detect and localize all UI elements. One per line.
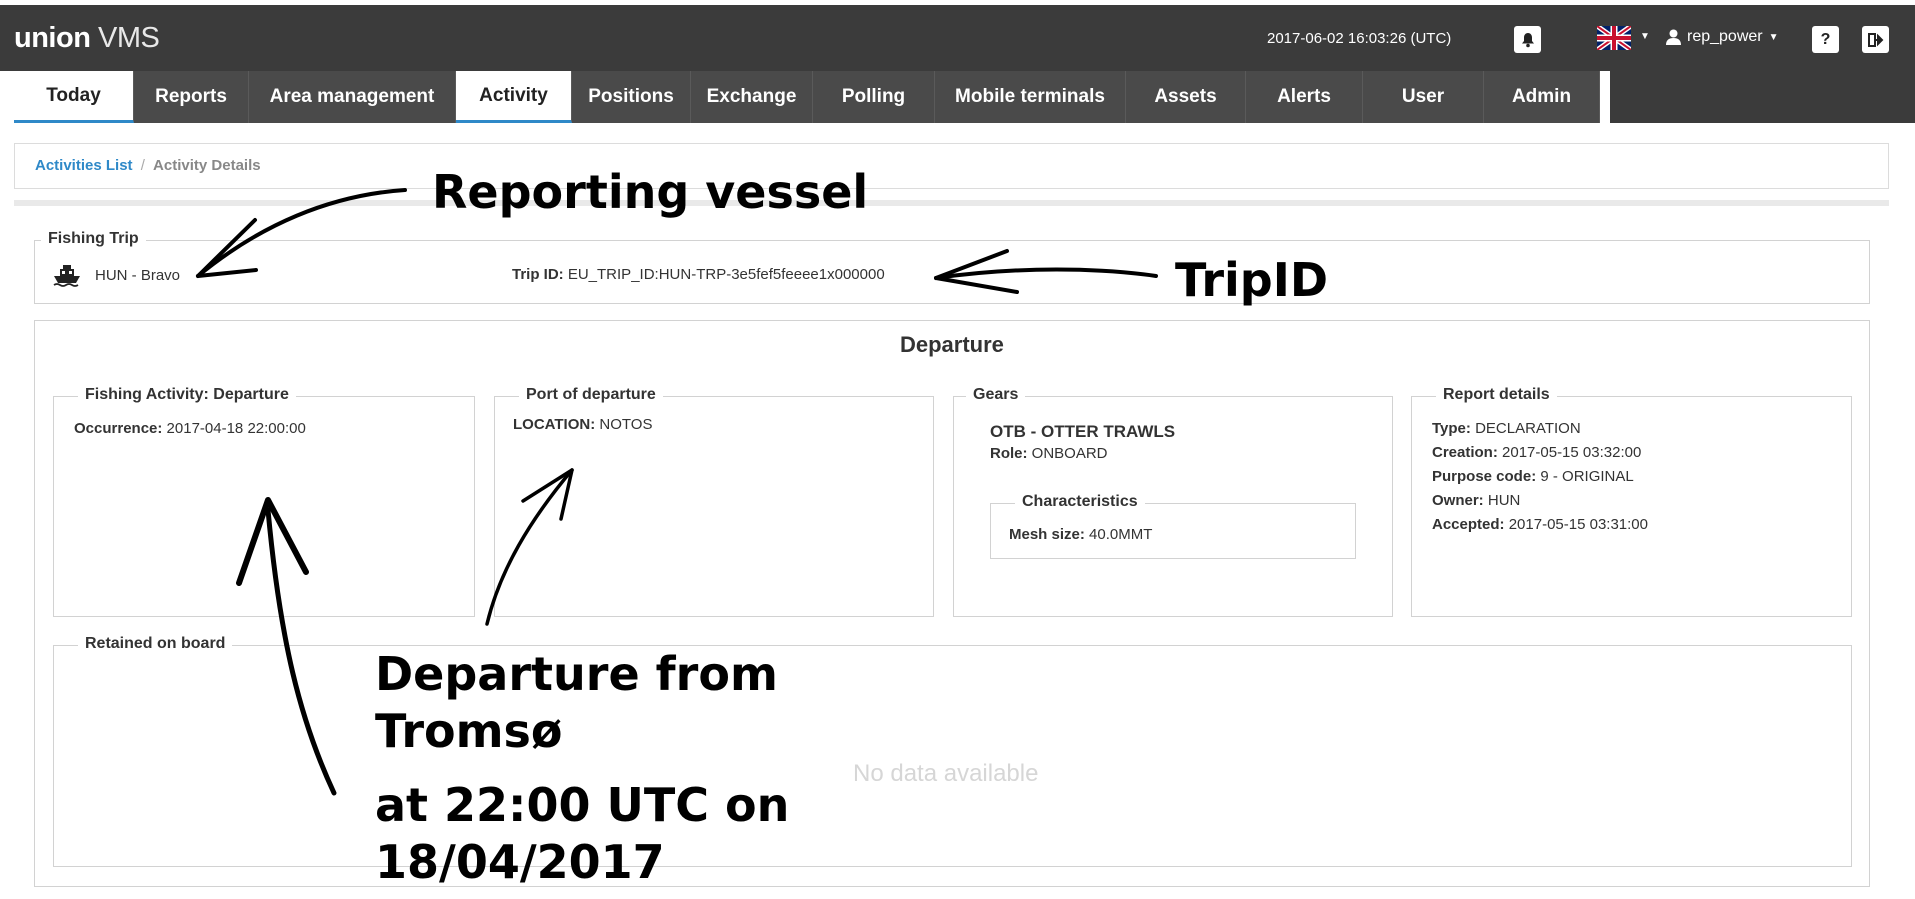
report-owner-value: HUN [1487, 492, 1521, 509]
report-details-legend: Report details [1436, 386, 1557, 404]
report-accepted-value: 2017-05-15 03:31:00 [1508, 516, 1648, 533]
characteristics-legend: Characteristics [1015, 493, 1145, 511]
nav-area-management[interactable]: Area management [249, 71, 456, 123]
no-data-message: No data available [853, 760, 1039, 787]
annotation-departure-line2: Tromsø [375, 704, 563, 758]
nav-filler [1610, 71, 1915, 123]
occurrence-label: Occurrence: [74, 420, 163, 437]
nav-positions[interactable]: Positions [572, 71, 691, 123]
report-owner: Owner: HUN [1432, 492, 1520, 509]
report-purpose-value: 9 - ORIGINAL [1540, 468, 1634, 485]
user-icon [1666, 29, 1681, 45]
report-type: Type: DECLARATION [1432, 420, 1581, 437]
annotation-departure-line1: Departure from [375, 647, 778, 701]
nav-polling[interactable]: Polling [813, 71, 935, 123]
gears-panel: Gears OTB - OTTER TRAWLS Role: ONBOARD C… [953, 386, 1393, 617]
retained-legend: Retained on board [78, 635, 233, 653]
help-button[interactable]: ? [1812, 26, 1839, 53]
report-accepted: Accepted: 2017-05-15 03:31:00 [1432, 516, 1648, 533]
characteristics-panel: Characteristics Mesh size: 40.0MMT [990, 493, 1356, 559]
annotation-trip-id: TripID [1175, 253, 1329, 307]
report-owner-label: Owner: [1432, 492, 1484, 509]
mesh-size-label: Mesh size: [1009, 526, 1085, 543]
header-datetime: 2017-06-02 16:03:26 (UTC) [1267, 30, 1452, 47]
breadcrumb: Activities List / Activity Details [14, 143, 1889, 189]
report-accepted-label: Accepted: [1432, 516, 1505, 533]
annotation-reporting-vessel: Reporting vessel [432, 165, 869, 219]
gears-legend: Gears [966, 386, 1026, 404]
brand-light: VMS [97, 22, 160, 54]
brand-bold: union [14, 22, 91, 54]
user-caret-icon: ▼ [1768, 31, 1779, 43]
role-label: Role: [990, 445, 1028, 462]
port-of-departure-panel: Port of departure LOCATION: NOTOS [494, 386, 934, 617]
report-purpose: Purpose code: 9 - ORIGINAL [1432, 468, 1634, 485]
nav-user[interactable]: User [1363, 71, 1484, 123]
breadcrumb-current: Activity Details [153, 157, 261, 174]
username: rep_power [1687, 28, 1763, 45]
role-value: ONBOARD [1031, 445, 1108, 462]
location-value: NOTOS [599, 416, 653, 433]
nav-assets[interactable]: Assets [1126, 71, 1246, 123]
port-location: LOCATION: NOTOS [513, 416, 652, 433]
trip-id-label: Trip ID: [512, 266, 564, 283]
mesh-size-value: 40.0MMT [1089, 526, 1153, 543]
annotation-departure-line3: at 22:00 UTC on [375, 778, 790, 832]
fishing-activity-legend: Fishing Activity: Departure [78, 386, 296, 404]
trip-id-value[interactable]: EU_TRIP_ID:HUN-TRP-3e5fef5feeee1x000000 [568, 266, 885, 283]
gear-name: OTB - OTTER TRAWLS [990, 422, 1176, 441]
user-menu[interactable]: rep_power ▼ [1666, 28, 1779, 46]
occurrence-value: 2017-04-18 22:00:00 [166, 420, 306, 437]
section-separator [14, 200, 1889, 206]
top-header: union VMS 2017-06-02 16:03:26 (UTC) ▼ re… [0, 0, 1915, 71]
report-details-panel: Report details Type: DECLARATION Creatio… [1411, 386, 1852, 617]
main-nav: Today Reports Area management Activity P… [14, 71, 1600, 123]
nav-alerts[interactable]: Alerts [1246, 71, 1363, 123]
vessel-icon [53, 265, 80, 287]
breadcrumb-activities-list[interactable]: Activities List [35, 157, 133, 174]
fishing-trip-legend: Fishing Trip [41, 230, 146, 248]
mesh-size: Mesh size: 40.0MMT [1009, 526, 1152, 543]
report-creation: Creation: 2017-05-15 03:32:00 [1432, 444, 1641, 461]
vessel-name[interactable]: HUN - Bravo [95, 267, 180, 284]
nav-admin[interactable]: Admin [1484, 71, 1600, 123]
nav-mobile-terminals[interactable]: Mobile terminals [935, 71, 1126, 123]
uk-flag-icon[interactable] [1597, 26, 1631, 50]
nav-reports[interactable]: Reports [134, 71, 249, 123]
fishing-activity-panel: Fishing Activity: Departure Occurrence: … [53, 386, 475, 617]
nav-today[interactable]: Today [14, 71, 134, 123]
port-legend: Port of departure [519, 386, 663, 404]
departure-title: Departure [900, 332, 1004, 357]
nav-exchange[interactable]: Exchange [691, 71, 813, 123]
notifications-bell-icon[interactable] [1514, 26, 1541, 53]
breadcrumb-separator: / [140, 157, 145, 174]
logout-icon[interactable] [1862, 26, 1889, 53]
retained-on-board-panel: Retained on board No data available [53, 635, 1852, 867]
fishing-trip-panel: Fishing Trip HUN - Bravo Trip ID: EU_TRI… [34, 230, 1870, 304]
gear-role: Role: ONBOARD [990, 445, 1108, 462]
header-top-strip [0, 0, 1915, 5]
report-purpose-label: Purpose code: [1432, 468, 1537, 485]
language-caret-icon[interactable]: ▼ [1640, 31, 1650, 42]
annotation-departure-line4: 18/04/2017 [375, 835, 665, 889]
report-type-value: DECLARATION [1475, 420, 1581, 437]
occurrence: Occurrence: 2017-04-18 22:00:00 [74, 420, 306, 437]
report-creation-label: Creation: [1432, 444, 1498, 461]
location-label: LOCATION: [513, 416, 596, 433]
app-logo[interactable]: union VMS [14, 22, 160, 55]
nav-activity[interactable]: Activity [456, 71, 572, 123]
report-creation-value: 2017-05-15 03:32:00 [1502, 444, 1642, 461]
trip-id: Trip ID: EU_TRIP_ID:HUN-TRP-3e5fef5feeee… [512, 266, 885, 283]
report-type-label: Type: [1432, 420, 1471, 437]
